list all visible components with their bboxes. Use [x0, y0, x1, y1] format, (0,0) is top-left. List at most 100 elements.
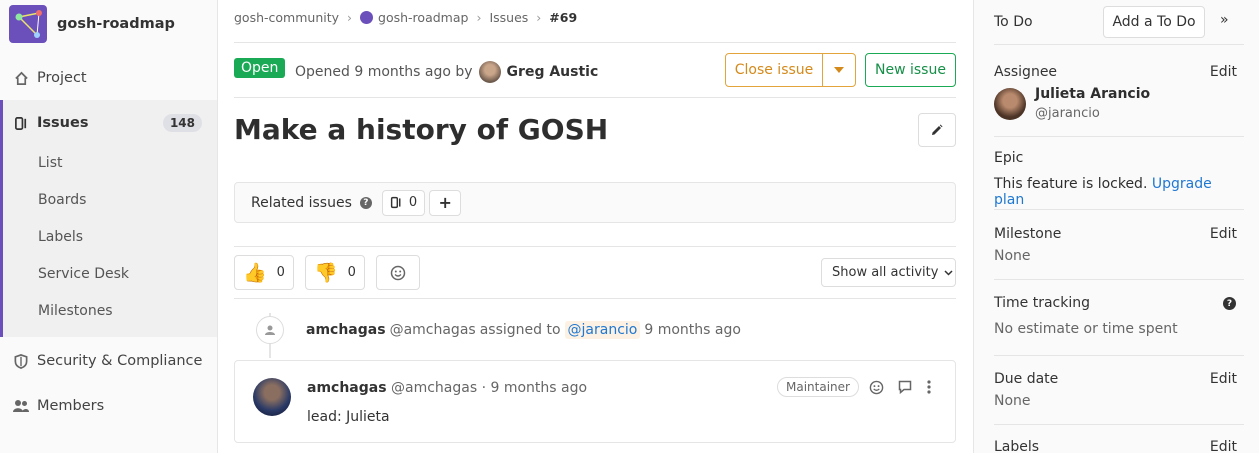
right-sidebar: To Do Add a To Do » Assignee Edit Juliet… [973, 0, 1259, 453]
chevron-right-icon: › [347, 10, 353, 25]
thumbsup-count: 0 [276, 265, 285, 280]
issues-icon [13, 115, 29, 131]
system-note-author[interactable]: amchagas [306, 322, 386, 338]
sidebar-sub-list[interactable]: List [38, 155, 62, 171]
system-note-action: assigned to [479, 322, 561, 338]
milestone-label: Milestone [994, 226, 1062, 242]
sidebar-item-label: Issues [37, 115, 89, 131]
status-badge: Open [234, 58, 286, 78]
home-icon [13, 70, 29, 86]
related-issues-count: 0 [381, 189, 426, 216]
edit-labels-link[interactable]: Edit [1210, 439, 1237, 453]
smiley-icon [390, 265, 406, 280]
activity-filter-label: Show all activity [832, 265, 939, 280]
main-content: gosh-community › gosh-roadmap › Issues ›… [218, 0, 973, 453]
time-tracking-row: Time tracking ? [994, 295, 1244, 311]
edit-title-button[interactable] [918, 113, 956, 147]
thumbsdown-award-button[interactable]: 👎 0 [305, 255, 365, 290]
add-todo-button[interactable]: Add a To Do [1103, 6, 1205, 38]
breadcrumb-group[interactable]: gosh-community [234, 10, 339, 25]
new-issue-button[interactable]: New issue [865, 53, 956, 87]
related-issues-block: Related issues ? 0 + [234, 182, 956, 223]
project-avatar-icon [360, 11, 374, 24]
sidebar-sub-labels[interactable]: Labels [38, 229, 83, 245]
author-avatar[interactable] [478, 61, 501, 83]
divider [994, 279, 1244, 280]
divider [994, 355, 1244, 356]
milestone-value: None [994, 248, 1031, 264]
sidebar-sub-boards[interactable]: Boards [38, 192, 86, 208]
collapse-sidebar-icon[interactable]: » [1220, 12, 1229, 28]
breadcrumb: gosh-community › gosh-roadmap › Issues ›… [234, 10, 577, 25]
thumbsdown-icon: 👎 [314, 262, 338, 284]
sidebar-sub-service-desk[interactable]: Service Desk [38, 266, 129, 282]
add-related-issue-button[interactable]: + [429, 189, 462, 216]
breadcrumb-project[interactable]: gosh-roadmap [378, 10, 468, 25]
epic-locked-text: This feature is locked. Upgrade plan [994, 176, 1244, 208]
left-sidebar: gosh-roadmap Project Issues 148 List Boa… [0, 0, 218, 453]
sidebar-item-label: Security & Compliance [37, 353, 203, 369]
milestone-row: Milestone Edit [994, 226, 1244, 242]
opened-text: Opened 9 months ago by [295, 64, 473, 80]
sidebar-item-label: Members [37, 398, 105, 414]
todo-label: To Do [994, 14, 1033, 30]
sidebar-sub-milestones[interactable]: Milestones [38, 303, 113, 319]
due-date-row: Due date Edit [994, 371, 1244, 387]
avatar[interactable] [253, 378, 291, 416]
close-issue-dropdown-button[interactable] [822, 53, 856, 87]
comment-meta: @amchagas · 9 months ago [391, 380, 588, 396]
system-note-handle[interactable]: @amchagas [390, 322, 476, 338]
divider [234, 97, 956, 98]
more-actions-icon[interactable] [927, 380, 931, 398]
close-issue-button[interactable]: Close issue [725, 53, 823, 87]
assignee-name[interactable]: Julieta Arancio [1035, 86, 1235, 102]
divider [994, 209, 1244, 210]
time-tracking-value: No estimate or time spent [994, 321, 1178, 337]
activity-filter-dropdown[interactable]: Show all activity [821, 258, 956, 287]
question-icon[interactable]: ? [1223, 297, 1236, 310]
divider [994, 44, 1244, 45]
divider [994, 136, 1244, 137]
user-mention-link[interactable]: @jarancio [564, 321, 641, 339]
reply-icon[interactable] [898, 380, 912, 398]
smiley-icon[interactable] [869, 380, 884, 399]
author-name[interactable]: Greg Austic [507, 64, 599, 80]
edit-assignee-link[interactable]: Edit [1210, 64, 1237, 80]
thumbsdown-count: 0 [347, 265, 356, 280]
epic-label: Epic [994, 150, 1024, 166]
issue-meta: Opened 9 months ago by Greg Austic [295, 61, 598, 83]
project-header[interactable]: gosh-roadmap [9, 5, 175, 43]
chevron-right-icon: › [476, 10, 482, 25]
question-icon[interactable]: ? [359, 196, 372, 209]
divider [234, 246, 956, 247]
project-avatar [9, 5, 47, 43]
role-badge: Maintainer [777, 377, 859, 397]
edit-due-date-link[interactable]: Edit [1210, 371, 1237, 387]
thumbsup-icon: 👍 [243, 262, 267, 284]
user-icon [256, 316, 284, 344]
labels-row: Labels Edit [994, 439, 1244, 453]
due-date-label: Due date [994, 371, 1059, 387]
divider [234, 42, 956, 43]
epic-text: This feature is locked. [994, 176, 1148, 192]
add-reaction-button[interactable] [376, 255, 420, 290]
issues-count-badge: 148 [162, 114, 202, 132]
sidebar-item-label: Project [37, 70, 87, 86]
sidebar-item-issues[interactable]: Issues 148 [0, 101, 217, 145]
assignee-handle: @jarancio [1035, 106, 1100, 121]
sidebar-item-project[interactable]: Project [0, 56, 217, 100]
breadcrumb-issues[interactable]: Issues [489, 10, 528, 25]
thumbsup-award-button[interactable]: 👍 0 [234, 255, 294, 290]
caret-down-icon [834, 67, 844, 73]
sidebar-item-security[interactable]: Security & Compliance [0, 339, 217, 383]
assignee-avatar[interactable] [994, 88, 1026, 120]
due-date-value: None [994, 393, 1031, 409]
labels-label: Labels [994, 439, 1040, 453]
comment-author[interactable]: amchagas [307, 380, 387, 396]
sidebar-item-members[interactable]: Members [0, 384, 217, 428]
users-icon [13, 398, 29, 414]
edit-milestone-link[interactable]: Edit [1210, 226, 1237, 242]
project-name: gosh-roadmap [57, 16, 175, 32]
breadcrumb-current[interactable]: #69 [549, 10, 577, 25]
time-tracking-label: Time tracking [994, 295, 1090, 311]
